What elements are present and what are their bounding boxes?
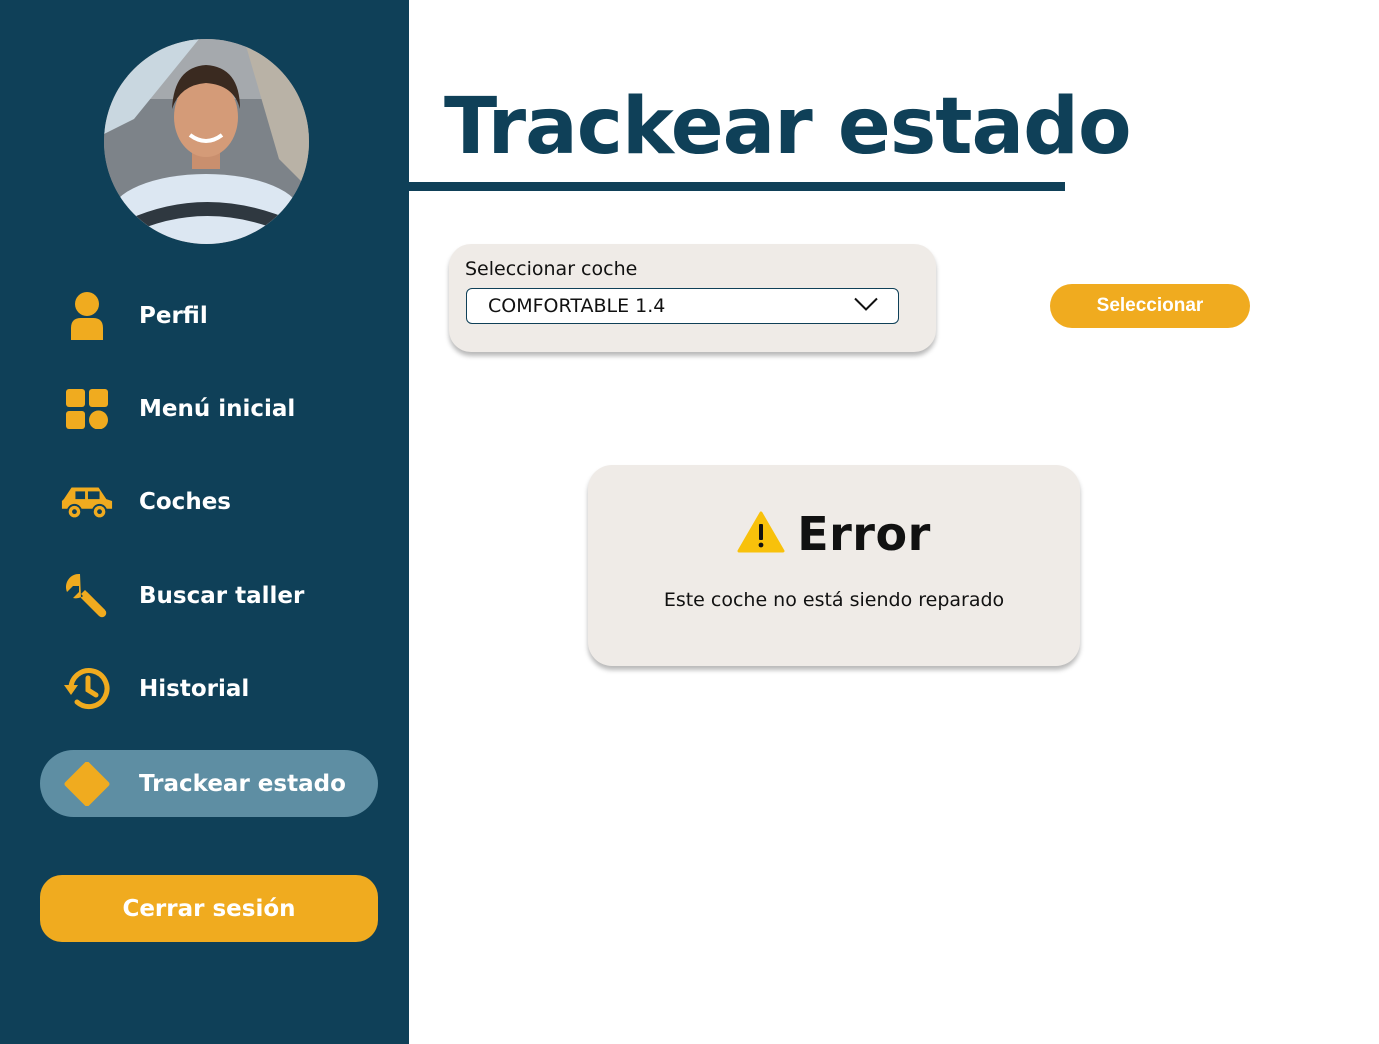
error-title: Error (797, 507, 931, 561)
sidebar-item-perfil[interactable]: Perfil (40, 282, 378, 349)
car-select-value: COMFORTABLE 1.4 (488, 295, 666, 317)
wrench-icon (60, 569, 114, 623)
car-select-label: Seleccionar coche (465, 258, 638, 280)
grid-menu-icon (60, 382, 114, 436)
car-select-card: Seleccionar coche COMFORTABLE 1.4 (449, 244, 936, 352)
warning-icon (737, 511, 785, 557)
sidebar-item-trackear-estado[interactable]: Trackear estado (40, 750, 378, 817)
chevron-down-icon (854, 297, 878, 316)
sidebar: Perfil Menú inicial Coches Buscar taller… (0, 0, 409, 1044)
person-icon (60, 289, 114, 343)
sidebar-item-menu-inicial[interactable]: Menú inicial (40, 375, 378, 442)
error-header: Error (588, 507, 1080, 561)
error-card: Error Este coche no está siendo reparado (588, 465, 1080, 666)
sidebar-item-label: Buscar taller (139, 582, 305, 609)
car-select-dropdown[interactable]: COMFORTABLE 1.4 (466, 288, 899, 324)
car-icon (60, 475, 114, 529)
sidebar-item-label: Coches (139, 488, 231, 515)
error-message: Este coche no está siendo reparado (663, 589, 1005, 611)
sidebar-item-label: Menú inicial (139, 395, 296, 422)
history-icon (60, 662, 114, 716)
diamond-icon (60, 757, 114, 811)
select-car-button[interactable]: Seleccionar (1050, 284, 1250, 328)
sidebar-item-buscar-taller[interactable]: Buscar taller (40, 562, 378, 629)
avatar[interactable] (104, 39, 309, 244)
sidebar-item-label: Perfil (139, 302, 208, 329)
sidebar-item-label: Historial (139, 675, 250, 702)
page-title: Trackear estado (444, 82, 1132, 172)
logout-button[interactable]: Cerrar sesión (40, 875, 378, 942)
sidebar-item-historial[interactable]: Historial (40, 655, 378, 722)
title-underline (409, 182, 1065, 191)
sidebar-item-label: Trackear estado (139, 770, 346, 797)
sidebar-item-coches[interactable]: Coches (40, 468, 378, 535)
